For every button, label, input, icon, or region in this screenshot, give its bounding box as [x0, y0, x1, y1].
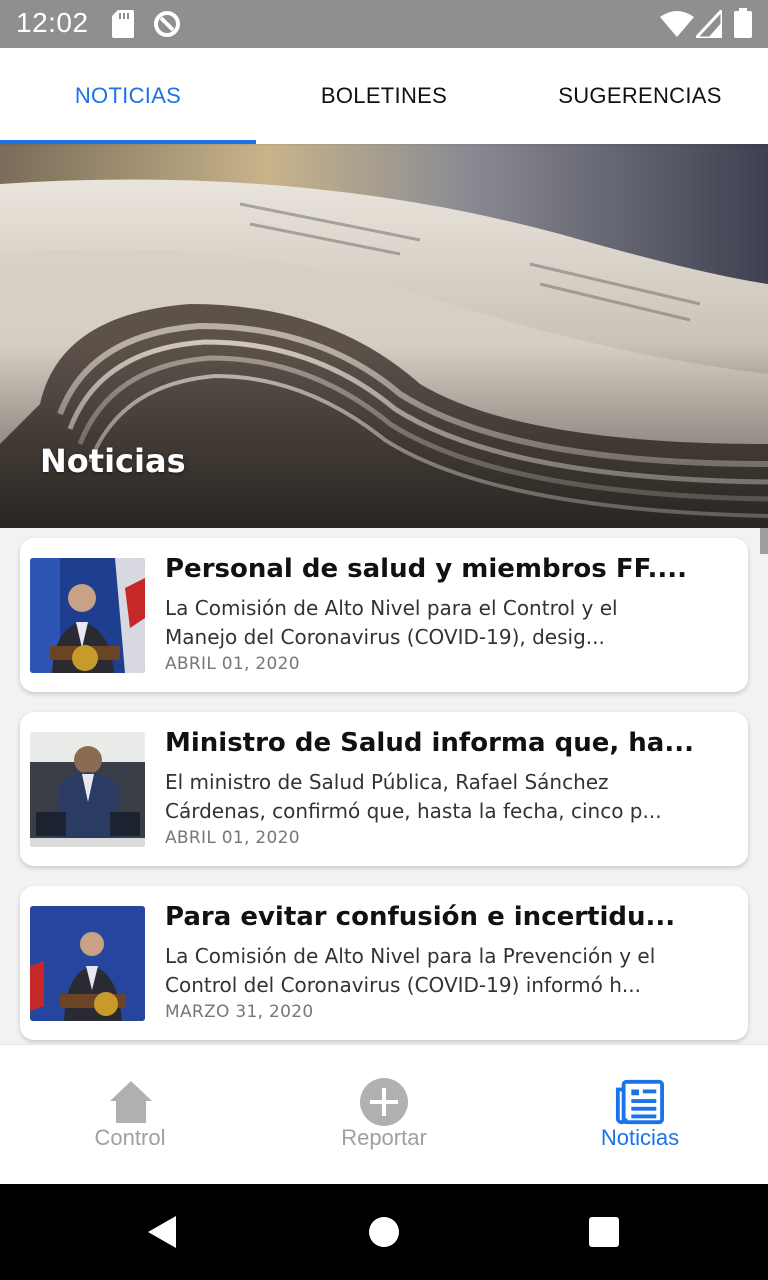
back-icon[interactable]	[144, 1214, 180, 1250]
scrollbar[interactable]	[760, 528, 768, 554]
news-card[interactable]: Para evitar confusión e incertidu... La …	[20, 886, 748, 1040]
top-tabs: NOTICIAS BOLETINES SUGERENCIAS	[0, 48, 768, 144]
news-card[interactable]: Ministro de Salud informa que, ha... El …	[20, 712, 748, 866]
home-icon	[110, 1081, 152, 1123]
news-date: MARZO 31, 2020	[165, 1002, 314, 1022]
news-title: Personal de salud y miembros FF....	[165, 554, 688, 584]
news-thumbnail	[30, 906, 145, 1021]
news-description: El ministro de Salud Pública, Rafael Sán…	[165, 770, 662, 823]
sd-card-icon	[112, 10, 134, 38]
nav-noticias[interactable]: Noticias	[512, 1045, 768, 1185]
nav-noticias-label: Noticias	[600, 1125, 680, 1150]
recents-icon[interactable]	[586, 1214, 622, 1250]
system-navigation-bar	[0, 1184, 768, 1280]
home-circle-icon[interactable]	[366, 1214, 402, 1250]
nav-reportar[interactable]: Reportar	[256, 1045, 512, 1185]
bottom-navigation: Control Reportar Noticias	[0, 1044, 768, 1184]
add-circle-icon	[360, 1078, 408, 1126]
news-date: ABRIL 01, 2020	[165, 828, 300, 848]
tab-sugerencias[interactable]: SUGERENCIAS	[512, 48, 768, 144]
news-list[interactable]: Personal de salud y miembros FF.... La C…	[0, 528, 768, 1044]
status-bar: 12:02	[0, 0, 768, 48]
news-thumbnail	[30, 558, 145, 673]
news-card[interactable]: Personal de salud y miembros FF.... La C…	[20, 538, 748, 692]
news-date: ABRIL 01, 2020	[165, 654, 300, 674]
news-description: La Comisión de Alto Nivel para el Contro…	[165, 596, 618, 649]
nav-control-label: Control	[94, 1125, 166, 1150]
sync-icon	[154, 11, 180, 37]
news-title: Para evitar confusión e incertidu...	[165, 902, 676, 932]
nav-reportar-label: Reportar	[341, 1125, 427, 1150]
signal-icon	[696, 10, 722, 38]
news-description: La Comisión de Alto Nivel para la Preven…	[165, 944, 656, 997]
status-time: 12:02	[16, 7, 89, 38]
hero-title: Noticias	[40, 442, 186, 480]
nav-control[interactable]: Control	[2, 1045, 258, 1185]
battery-icon	[734, 8, 752, 38]
news-thumbnail	[30, 732, 145, 847]
wifi-icon	[660, 11, 694, 37]
newspaper-icon	[615, 1079, 664, 1125]
tab-boletines[interactable]: BOLETINES	[256, 48, 512, 144]
tab-noticias[interactable]: NOTICIAS	[0, 48, 256, 144]
news-title: Ministro de Salud informa que, ha...	[165, 728, 694, 758]
